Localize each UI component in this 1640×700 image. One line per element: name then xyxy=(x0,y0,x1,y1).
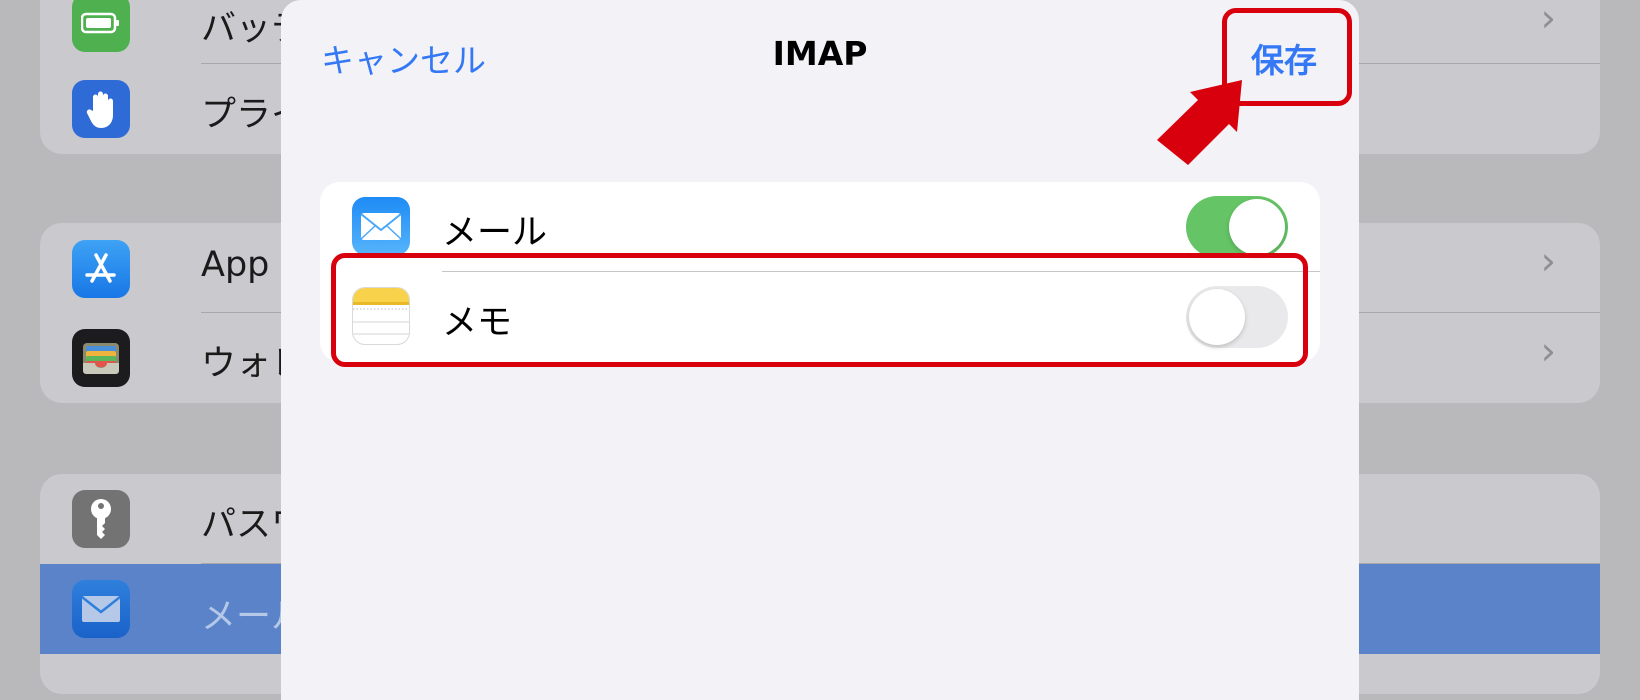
mail-icon xyxy=(72,580,130,638)
list-item-mail: メール xyxy=(320,182,1320,272)
app-toggle-list: メール メモ xyxy=(320,182,1320,362)
toggle-knob xyxy=(1189,289,1245,345)
app-store-icon xyxy=(72,240,130,298)
sheet-title: IMAP xyxy=(772,34,868,73)
notes-toggle[interactable] xyxy=(1186,286,1288,348)
chevron-right-icon: › xyxy=(1540,329,1556,373)
row-label-notes: メモ xyxy=(442,303,513,343)
privacy-hand-icon xyxy=(72,80,130,138)
wallet-icon xyxy=(72,329,130,387)
key-icon xyxy=(72,490,130,548)
imap-sheet: キャンセル IMAP 保存 メール メモ xyxy=(281,0,1359,700)
list-item-notes: メモ xyxy=(320,272,1320,362)
battery-icon xyxy=(72,0,130,52)
row-label-mail: メール xyxy=(442,213,548,253)
notes-app-icon xyxy=(352,287,410,345)
save-button[interactable]: 保存 xyxy=(1251,34,1317,82)
toggle-knob xyxy=(1229,199,1285,255)
chevron-right-icon: › xyxy=(1540,0,1556,40)
mail-toggle[interactable] xyxy=(1186,196,1288,258)
chevron-right-icon: › xyxy=(1540,239,1556,283)
mail-app-icon xyxy=(352,197,410,255)
